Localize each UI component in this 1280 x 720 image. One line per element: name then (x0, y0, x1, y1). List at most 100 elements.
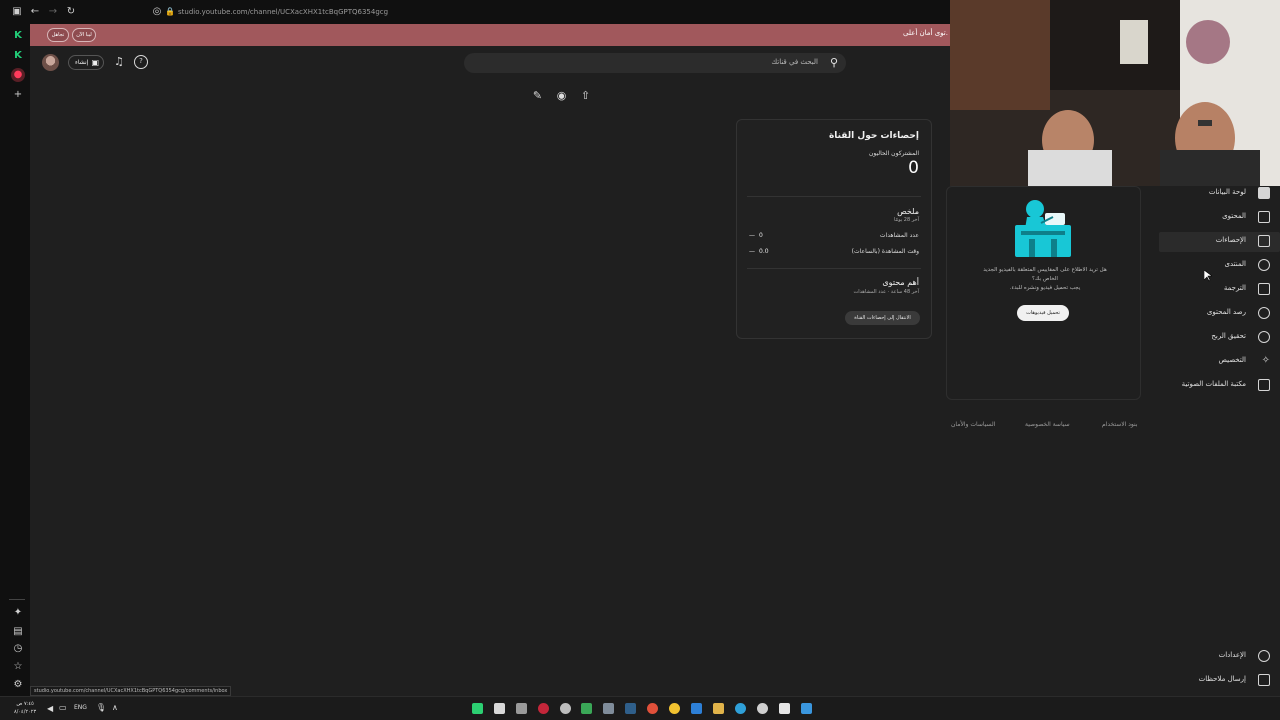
top-content-subtitle: آخر 48 ساعة · عدد المشاهدات (853, 289, 919, 295)
banner-text: توى أمان أعلى. (903, 29, 948, 37)
sidebar-item-label: المحتوى (1222, 212, 1246, 220)
promo-text: هل تريد الاطلاع على المقاييس المتعلقة با… (955, 266, 1135, 293)
policies-link[interactable]: السياسات والأمان (951, 421, 995, 428)
sidebar-item-copyright[interactable]: رصد المحتوى (1150, 304, 1270, 324)
taskbar: ٧:٤٥ ص ٨/٠٤/٢٠٢٣ ◀ ▭ ENG 🎙 ∧ (0, 696, 1280, 720)
collections-icon[interactable]: ▤ (11, 625, 25, 639)
privacy-link[interactable]: سياسة الخصوصية (1025, 421, 1070, 428)
create-button[interactable]: إنشاء ▣ (68, 55, 104, 70)
sidebar-item-monetization[interactable]: تحقيق الربح (1150, 328, 1270, 348)
search-icon[interactable]: ⚲ (830, 56, 838, 69)
file-explorer-icon[interactable] (713, 703, 724, 714)
subtitles-icon (1258, 283, 1270, 295)
app-icon[interactable] (757, 703, 768, 714)
sidebar-item-customization[interactable]: ✧ التخصيص (1150, 352, 1270, 372)
app-icon[interactable] (560, 703, 571, 714)
sidebar-item-dashboard[interactable]: لوحة البيانات (1150, 184, 1270, 204)
live-icon[interactable]: ◉ (555, 89, 568, 102)
watch-time-label: وقت المشاهدة (بالساعات) (851, 248, 919, 255)
calendar-icon[interactable] (494, 703, 505, 714)
edit-icon[interactable]: ✎ (531, 89, 544, 102)
sidebar-item-analytics[interactable]: الإحصاءات (1159, 232, 1280, 252)
community-icon (1258, 259, 1270, 271)
network-icon[interactable]: ▭ (59, 703, 67, 712)
language-indicator[interactable]: ENG (74, 704, 87, 711)
search-placeholder: البحث في قناتك (771, 58, 818, 66)
upload-videos-button[interactable]: تحميل فيديوهات (1017, 305, 1069, 321)
app-icon[interactable] (691, 703, 702, 714)
clock[interactable]: ٧:٤٥ ص ٨/٠٤/٢٠٢٣ (14, 700, 36, 716)
add-icon[interactable]: + (11, 88, 25, 102)
app-icon[interactable]: K (11, 49, 25, 63)
sidebar-item-feedback[interactable]: إرسال ملاحظات (1150, 671, 1270, 691)
go-to-analytics-button[interactable]: الانتقال إلى إحصاءات القناة (845, 311, 920, 325)
watch-time-value: 0.0 (759, 248, 769, 255)
views-trend: — (749, 232, 755, 239)
browser-sidebar: K K ● + ✦ ▤ ◷ ☆ ⚙ (0, 24, 30, 696)
sidebar-item-label: إرسال ملاحظات (1198, 675, 1246, 683)
settings-icon[interactable]: ⚙ (11, 678, 25, 692)
dashboard-icon (1258, 187, 1270, 199)
sidebar-toggle-icon[interactable]: ▣ (10, 5, 24, 19)
app-icon[interactable] (516, 703, 527, 714)
microphone-icon[interactable]: 🎙 (96, 703, 106, 712)
monetization-icon (1258, 331, 1270, 343)
summary-title: ملخص (897, 207, 919, 216)
tray-chevron-icon[interactable]: ∧ (112, 703, 118, 712)
favorites-icon[interactable]: ☆ (11, 660, 25, 674)
sidebar-item-settings[interactable]: الإعدادات (1150, 647, 1270, 667)
settings-icon (1258, 650, 1270, 662)
customization-icon: ✧ (1261, 355, 1270, 366)
history-icon[interactable]: ◷ (11, 642, 25, 656)
app-icon[interactable] (779, 703, 790, 714)
firefox-icon[interactable] (647, 703, 658, 714)
steam-icon[interactable] (625, 703, 636, 714)
sidebar-item-label: تحقيق الربح (1211, 332, 1246, 340)
views-value: 0 (759, 232, 763, 239)
sidebar-item-label: المنتدى (1224, 260, 1246, 268)
terms-link[interactable]: بنود الاستخدام (1102, 421, 1138, 428)
notifications-icon[interactable]: ♫ (114, 55, 124, 68)
watch-time-trend: — (749, 248, 755, 255)
audio-library-icon (1258, 379, 1270, 391)
divider (747, 268, 921, 269)
windows-start-icon[interactable] (801, 703, 812, 714)
app-icon[interactable] (603, 703, 614, 714)
upload-illustration (1015, 200, 1071, 257)
app-icon[interactable]: K (11, 29, 25, 43)
forward-icon[interactable]: → (46, 5, 60, 19)
sidebar-item-label: الإعدادات (1218, 651, 1246, 659)
app-icon[interactable] (581, 703, 592, 714)
upload-icon[interactable]: ⇧ (579, 89, 592, 102)
search-input[interactable]: البحث في قناتك ⚲ (464, 53, 846, 73)
top-content-title: أهم محتوى (882, 278, 919, 287)
sidebar-item-content[interactable]: المحتوى (1150, 208, 1270, 228)
edge-icon[interactable] (735, 703, 746, 714)
reload-icon[interactable]: ↻ (64, 5, 78, 19)
create-label: إنشاء (75, 59, 89, 66)
copilot-icon[interactable]: ✦ (11, 606, 25, 620)
sidebar-item-label: التخصيص (1218, 356, 1246, 364)
video-camera-icon: ▣ (91, 58, 99, 67)
mouse-cursor (1204, 270, 1212, 282)
views-label: عدد المشاهدات (879, 232, 919, 239)
sidebar-item-audio-library[interactable]: مكتبة الملفات الصوتية (1150, 376, 1270, 396)
youtube-tab-icon[interactable]: ● (11, 68, 25, 82)
promo-line: يجب تحميل فيديو ونشره للبدء. (1009, 285, 1081, 291)
sidebar-item-label: رصد المحتوى (1206, 308, 1246, 316)
back-icon[interactable]: ← (28, 5, 42, 19)
volume-icon[interactable]: ◀ (47, 704, 53, 713)
promo-line: هل تريد الاطلاع على المقاييس المتعلقة با… (983, 267, 1107, 273)
sidebar-item-subtitles[interactable]: الترجمة (1150, 280, 1270, 300)
act-now-button[interactable]: ليبا الآن (72, 28, 96, 42)
content-icon (1258, 211, 1270, 223)
app-icon[interactable] (538, 703, 549, 714)
webcam-overlay (950, 0, 1280, 186)
address-bar[interactable]: studio.youtube.com/channel/UCXacXHX1tcBq… (150, 5, 950, 20)
help-icon[interactable]: ? (134, 55, 148, 69)
clock-time: ٧:٤٥ ص (16, 701, 34, 707)
dismiss-button[interactable]: تجاهل (47, 28, 69, 42)
avatar[interactable] (42, 54, 59, 71)
app-icon[interactable] (472, 703, 483, 714)
chrome-icon[interactable] (669, 703, 680, 714)
